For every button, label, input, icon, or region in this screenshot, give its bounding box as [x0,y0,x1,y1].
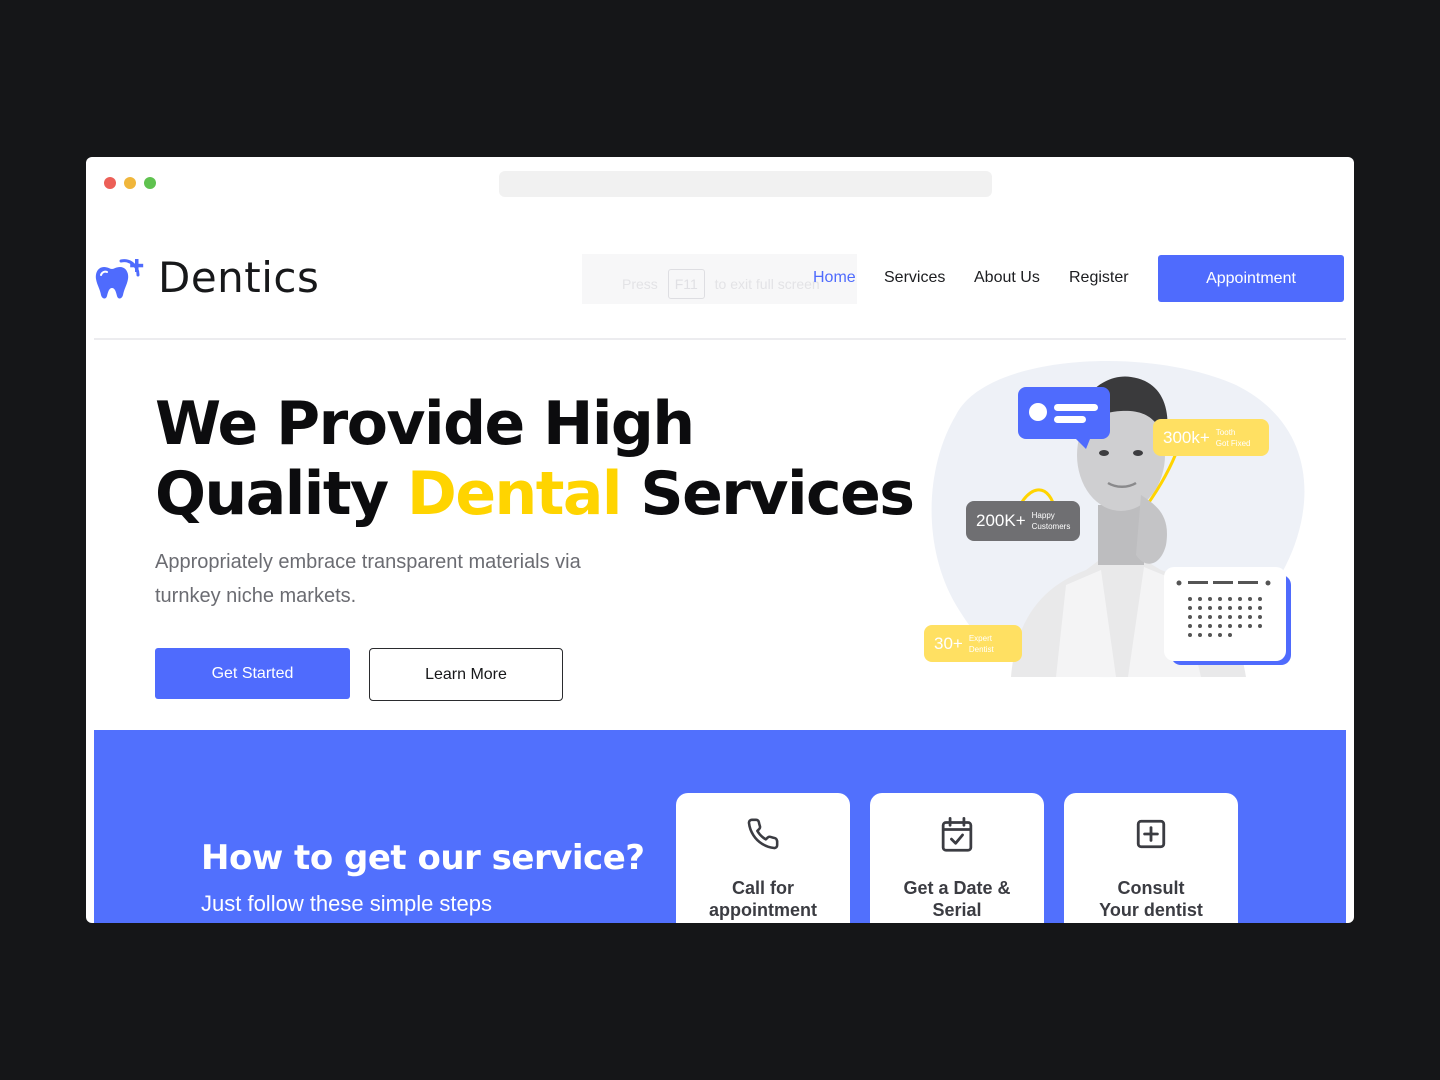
tooth-plus-icon [95,258,144,299]
nav-register[interactable]: Register [1069,269,1129,287]
address-bar[interactable] [499,171,992,197]
minimize-window-button[interactable] [124,177,136,189]
brand-name: Dentics [158,253,320,302]
step-card-consult[interactable]: Consult Your dentist [1064,793,1238,923]
close-window-button[interactable] [104,177,116,189]
hero-title-line2-pre: Quality [155,459,408,529]
get-started-button[interactable]: Get Started [155,648,350,699]
calendar-check-icon [941,817,973,852]
site-logo[interactable]: Dentics [94,253,319,302]
stat-teeth-fixed: 300k+ Tooth Got Fixed [1153,419,1269,456]
steps-title: How to get our service? [201,838,645,878]
stat-label: Expert Dentist [968,633,994,654]
fullscreen-hint-before: Press [622,276,658,292]
stat-value: 200K+ [976,511,1026,530]
hero-title: We Provide High Quality Dental Services [155,389,915,529]
plus-square-icon [1136,819,1166,849]
nav-about-us[interactable]: About Us [974,269,1040,287]
hero-title-line2-post: Services [620,459,915,529]
step-label: Call for appointment [709,878,817,920]
hero-title-highlight: Dental [407,459,622,529]
hero-illustration: 300k+ Tooth Got Fixed 200K+ Happy Custom… [916,355,1316,685]
stat-value: 300k+ [1163,427,1210,447]
maximize-window-button[interactable] [144,177,156,189]
phone-icon [747,818,779,850]
step-card-call[interactable]: Call for appointment [676,793,850,923]
fullscreen-hint-after: to exit full screen [714,276,820,292]
step-label: Consult Your dentist [1099,878,1203,920]
hero-description: Appropriately embrace transparent materi… [155,551,581,607]
stat-expert-dentist: 30+ Expert Dentist [924,625,1022,662]
nav-services[interactable]: Services [884,269,945,287]
browser-titlebar [86,157,1354,209]
fullscreen-hint-key: F11 [667,269,705,299]
stat-happy-customers: 200K+ Happy Customers [966,501,1080,541]
hero-title-line1: We Provide High [155,389,695,459]
steps-subtitle: Just follow these simple steps [201,891,493,916]
steps-section: How to get our service? Just follow thes… [94,730,1346,923]
stat-label: Happy Customers [1031,511,1071,531]
appointment-button[interactable]: Appointment [1158,255,1344,302]
header-divider [94,338,1346,340]
browser-window: Dentics Press F11 to exit full screen Ho… [86,157,1354,923]
step-label: Get a Date & Serial [903,878,1011,920]
nav-home[interactable]: Home [813,269,856,287]
learn-more-button[interactable]: Learn More [369,648,563,701]
stat-value: 30+ [934,633,963,653]
stat-label: Tooth Got Fixed [1215,427,1251,448]
step-card-date[interactable]: Get a Date & Serial [870,793,1044,923]
